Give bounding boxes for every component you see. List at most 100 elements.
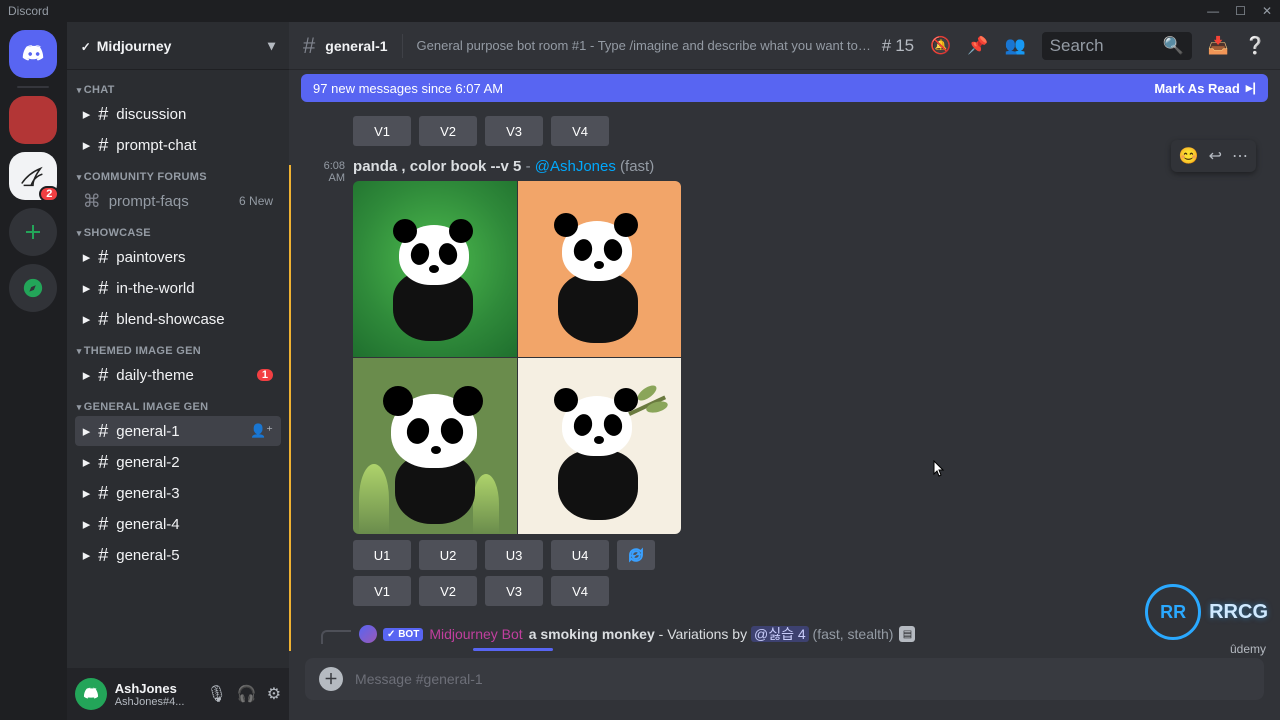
hash-icon: # bbox=[98, 310, 108, 328]
hash-icon: # bbox=[98, 422, 108, 440]
grid-cell-3[interactable] bbox=[353, 358, 517, 534]
compass-icon bbox=[22, 277, 44, 299]
v2-button[interactable]: V2 bbox=[419, 576, 477, 606]
watermark-badge: RR bbox=[1145, 584, 1201, 640]
v2-button[interactable]: V2 bbox=[419, 116, 477, 146]
v3-button[interactable]: V3 bbox=[485, 116, 543, 146]
member-list-button[interactable]: 👥 bbox=[1004, 36, 1025, 56]
channel-daily-theme[interactable]: ▸#daily-theme 1 bbox=[75, 360, 281, 390]
notification-settings-button[interactable]: 🔕 bbox=[930, 36, 951, 56]
server-rail: 2 bbox=[0, 22, 67, 720]
category-themed-image-gen[interactable]: THEMED IMAGE GEN bbox=[67, 335, 289, 359]
category-chat[interactable]: CHAT bbox=[67, 74, 289, 98]
threads-button[interactable]: #15 bbox=[882, 36, 914, 56]
v3-button[interactable]: V3 bbox=[485, 576, 543, 606]
channel-general-3[interactable]: ▸#general-3 bbox=[75, 478, 281, 508]
u1-button[interactable]: U1 bbox=[353, 540, 411, 570]
channel-blend-showcase[interactable]: ▸#blend-showcase bbox=[75, 304, 281, 334]
category-general-image-gen[interactable]: GENERAL IMAGE GEN bbox=[67, 391, 289, 415]
hash-icon: # bbox=[98, 546, 108, 564]
search-icon: 🔍 bbox=[1162, 36, 1183, 56]
search-input[interactable]: Search 🔍 bbox=[1042, 32, 1192, 60]
v4-button[interactable]: V4 bbox=[551, 116, 609, 146]
bot-name[interactable]: Midjourney Bot bbox=[429, 626, 522, 642]
window-minimize-button[interactable]: — bbox=[1207, 4, 1219, 18]
channel-paintovers[interactable]: ▸#paintovers bbox=[75, 242, 281, 272]
channel-label: prompt-faqs bbox=[109, 193, 189, 210]
user-avatar[interactable] bbox=[75, 678, 107, 710]
thread-icon: ▸ bbox=[83, 422, 91, 440]
category-community-forums[interactable]: COMMUNITY FORUMS bbox=[67, 161, 289, 185]
hash-icon: # bbox=[98, 105, 108, 123]
channel-general-5[interactable]: ▸#general-5 bbox=[75, 540, 281, 570]
message-timestamp: 6:08 AM bbox=[305, 158, 353, 606]
channel-discussion[interactable]: ▸#discussion bbox=[75, 99, 281, 129]
attach-button[interactable]: ＋ bbox=[319, 667, 343, 691]
window-maximize-button[interactable]: ☐ bbox=[1235, 4, 1246, 18]
channel-topic[interactable]: General purpose bot room #1 - Type /imag… bbox=[417, 38, 872, 53]
channel-list[interactable]: CHAT ▸#discussion ▸#prompt-chat COMMUNIT… bbox=[67, 70, 289, 668]
bot-avatar[interactable] bbox=[359, 625, 377, 643]
deafen-button[interactable]: 🎧 bbox=[237, 684, 257, 704]
u3-button[interactable]: U3 bbox=[485, 540, 543, 570]
hash-icon: # bbox=[98, 453, 108, 471]
mention-badge: 1 bbox=[257, 369, 273, 381]
reply-text: a smoking monkey - Variations by @싫습 4 (… bbox=[529, 624, 894, 644]
search-placeholder: Search bbox=[1050, 36, 1104, 56]
refresh-icon bbox=[627, 546, 645, 564]
channel-general-1[interactable]: ▸#general-1 👤⁺ bbox=[75, 416, 281, 446]
mute-mic-button[interactable]: 🎙 bbox=[206, 684, 226, 704]
thread-icon: ▸ bbox=[83, 484, 91, 502]
u4-button[interactable]: U4 bbox=[551, 540, 609, 570]
composer-wrap: ＋ Message #general-1 bbox=[289, 658, 1280, 720]
hash-icon: # bbox=[98, 366, 108, 384]
new-tag: 6 New bbox=[239, 194, 273, 208]
v1-button[interactable]: V1 bbox=[353, 576, 411, 606]
new-messages-banner[interactable]: 97 new messages since 6:07 AM Mark As Re… bbox=[301, 74, 1268, 102]
v1-button[interactable]: V1 bbox=[353, 116, 411, 146]
thread-icon: ▸ bbox=[83, 366, 91, 384]
hash-icon: # bbox=[98, 515, 108, 533]
grid-cell-4[interactable] bbox=[518, 358, 682, 534]
generated-image-grid[interactable] bbox=[353, 181, 681, 534]
user-settings-button[interactable]: ⚙ bbox=[267, 684, 281, 704]
forum-icon: ⌘ bbox=[83, 192, 101, 210]
mention-user[interactable]: @AshJones bbox=[535, 158, 616, 175]
pinned-messages-button[interactable]: 📌 bbox=[967, 36, 988, 56]
reply-preview[interactable]: ✓ BOT Midjourney Bot a smoking monkey - … bbox=[321, 624, 1280, 644]
message-composer[interactable]: ＋ Message #general-1 bbox=[305, 658, 1264, 700]
mention[interactable]: @싫습 4 bbox=[751, 626, 809, 642]
channel-in-the-world[interactable]: ▸#in-the-world bbox=[75, 273, 281, 303]
channel-general-4[interactable]: ▸#general-4 bbox=[75, 509, 281, 539]
create-invite-icon[interactable]: 👤⁺ bbox=[250, 423, 273, 439]
u2-button[interactable]: U2 bbox=[419, 540, 477, 570]
window-titlebar: Discord — ☐ ✕ bbox=[0, 0, 1280, 22]
explore-servers-button[interactable] bbox=[9, 264, 57, 312]
add-server-button[interactable] bbox=[9, 208, 57, 256]
channel-label: general-3 bbox=[116, 485, 179, 502]
channel-general-2[interactable]: ▸#general-2 bbox=[75, 447, 281, 477]
grid-cell-1[interactable] bbox=[353, 181, 517, 357]
message-scroller[interactable]: 97 new messages since 6:07 AM Mark As Re… bbox=[289, 70, 1280, 658]
channel-label: paintovers bbox=[116, 249, 185, 266]
hash-icon: # bbox=[303, 33, 315, 59]
discord-logo-icon bbox=[82, 687, 100, 701]
channel-prompt-faqs[interactable]: ⌘ prompt-faqs 6 New bbox=[75, 186, 281, 216]
reroll-button[interactable] bbox=[617, 540, 655, 570]
channel-title: general-1 bbox=[325, 38, 387, 54]
server-header[interactable]: Midjourney bbox=[67, 22, 289, 70]
dm-home-button[interactable] bbox=[9, 30, 57, 78]
v4-button[interactable]: V4 bbox=[551, 576, 609, 606]
server-item-midjourney[interactable]: 2 bbox=[9, 152, 57, 200]
mark-as-read-button[interactable]: Mark As Read▸| bbox=[1154, 80, 1256, 96]
image-attachment-icon: ▤ bbox=[899, 626, 915, 642]
threads-icon: # bbox=[882, 36, 891, 56]
category-showcase[interactable]: SHOWCASE bbox=[67, 217, 289, 241]
server-item-1[interactable] bbox=[9, 96, 57, 144]
help-button[interactable]: ❔ bbox=[1245, 36, 1266, 56]
channel-prompt-chat[interactable]: ▸#prompt-chat bbox=[75, 130, 281, 160]
grid-cell-2[interactable] bbox=[518, 181, 682, 357]
inbox-button[interactable]: 📥 bbox=[1208, 36, 1229, 56]
thread-icon: ▸ bbox=[83, 248, 91, 266]
window-close-button[interactable]: ✕ bbox=[1262, 4, 1272, 18]
